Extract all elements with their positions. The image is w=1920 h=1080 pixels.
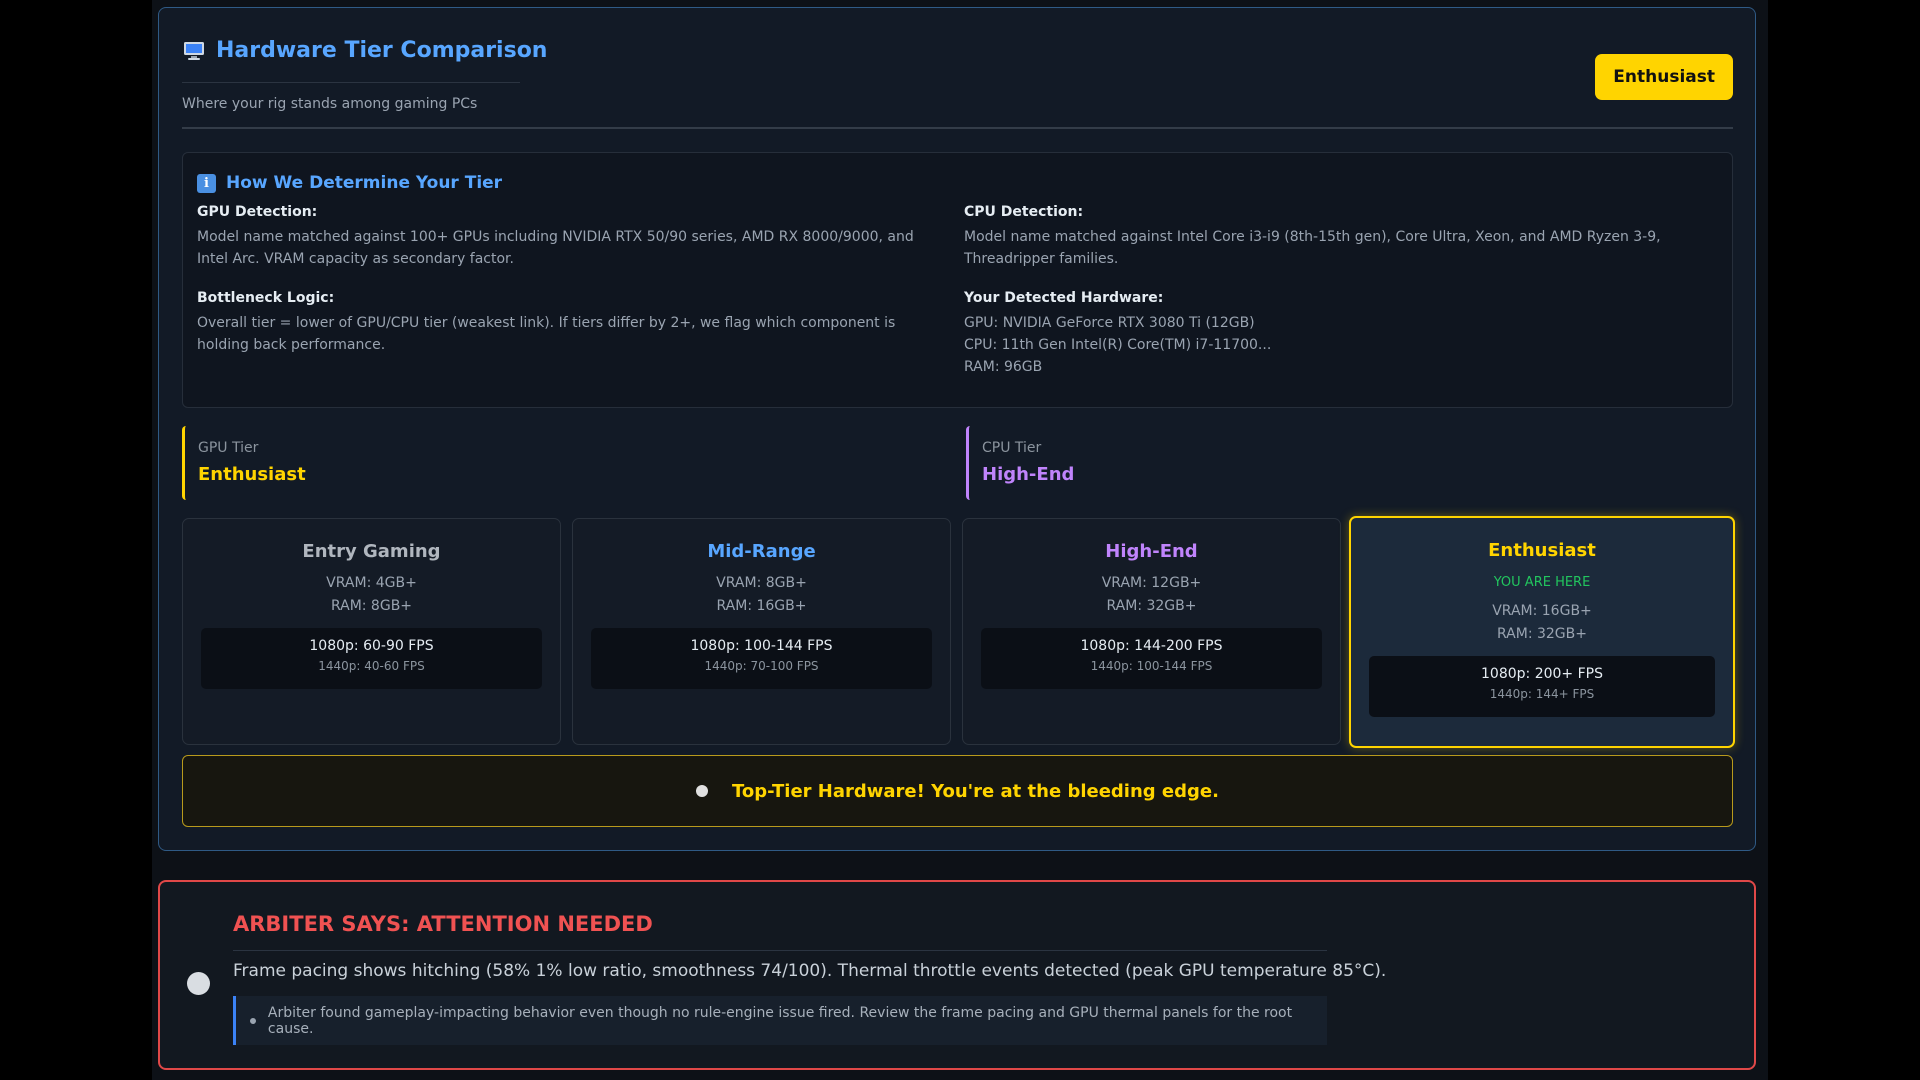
bottleneck-label: Bottleneck Logic: [197,290,335,306]
panel-subtitle: Where your rig stands among gaming PCs [182,96,478,112]
arbiter-alert-panel: ARBITER SAYS: ATTENTION NEEDED Frame pac… [158,880,1756,1070]
gpu-detection-block: GPU Detection: Model name matched agains… [197,204,947,270]
bottleneck-text: Overall tier = lower of GPU/CPU tier (we… [197,315,896,353]
tier-ram: RAM: 32GB+ [1106,598,1197,614]
detected-hardware-block: Your Detected Hardware: GPU: NVIDIA GeFo… [964,290,1714,378]
banner-text: Top-Tier Hardware! You're at the bleedin… [732,780,1219,802]
status-dot-icon [187,972,210,995]
tier-fps-box: 1080p: 60-90 FPS 1440p: 40-60 FPS [201,628,542,689]
info-title-row: i How We Determine Your Tier [197,173,502,193]
gpu-tier-card: GPU Tier Enthusiast [182,426,802,500]
tier-name: Enthusiast [1488,540,1596,561]
cpu-detection-block: CPU Detection: Model name matched agains… [964,204,1714,270]
header-divider [182,127,1733,129]
you-are-here-label: YOU ARE HERE [1493,575,1591,590]
gpu-tier-label: GPU Tier [198,440,259,456]
tier-tile-entry-gaming[interactable]: Entry Gaming VRAM: 4GB+ RAM: 8GB+ 1080p:… [182,518,561,745]
title-row: Hardware Tier Comparison [182,38,1733,63]
tier-info-box: i How We Determine Your Tier GPU Detecti… [182,152,1733,408]
fps-1440p: 1440p: 144+ FPS [1489,687,1595,701]
title-underline [182,82,520,83]
panel-header: Hardware Tier Comparison Where your rig … [182,38,1733,136]
arbiter-divider [233,950,1327,951]
detected-cpu: CPU: 11th Gen Intel(R) Core(TM) i7-11700… [964,337,1272,353]
gpu-detection-label: GPU Detection: [197,204,318,220]
note-bullet-icon [250,1017,256,1024]
bottleneck-block: Bottleneck Logic: Overall tier = lower o… [197,290,947,356]
tier-ram: RAM: 8GB+ [330,598,413,614]
tier-name: High-End [1105,541,1198,562]
cpu-tier-card: CPU Tier High-End [966,426,1586,500]
tier-vram: VRAM: 8GB+ [716,575,807,591]
tier-ram: RAM: 32GB+ [1497,626,1587,642]
tier-specs: VRAM: 8GB+ RAM: 16GB+ [573,572,950,618]
detected-ram: RAM: 96GB [964,359,1043,375]
fps-1440p: 1440p: 70-100 FPS [704,659,819,673]
fps-1080p: 1080p: 100-144 FPS [690,638,833,654]
fps-1080p: 1080p: 200+ FPS [1481,666,1603,682]
tier-fps-box: 1080p: 144-200 FPS 1440p: 100-144 FPS [981,628,1322,689]
fps-1080p: 1080p: 144-200 FPS [1080,638,1223,654]
tier-tile-enthusiast[interactable]: Enthusiast YOU ARE HERE VRAM: 16GB+ RAM:… [1349,516,1735,748]
detected-gpu: GPU: NVIDIA GeForce RTX 3080 Ti (12GB) [964,315,1255,331]
info-icon: i [197,173,216,193]
tier-name: Mid-Range [707,541,816,562]
tier-fps-box: 1080p: 200+ FPS 1440p: 144+ FPS [1369,656,1715,717]
panel-title: Hardware Tier Comparison [216,38,548,63]
arbiter-summary: Frame pacing shows hitching (58% 1% low … [233,961,1387,981]
tier-tile-mid-range[interactable]: Mid-Range VRAM: 8GB+ RAM: 16GB+ 1080p: 1… [572,518,951,745]
hardware-tier-panel: Hardware Tier Comparison Where your rig … [158,7,1756,851]
fps-1080p: 1080p: 60-90 FPS [309,638,434,654]
overall-tier-badge[interactable]: Enthusiast [1595,54,1733,100]
tier-vram: VRAM: 16GB+ [1492,603,1592,619]
fps-1440p: 1440p: 40-60 FPS [318,659,425,673]
gpu-tier-value: Enthusiast [198,464,306,485]
detected-hardware-label: Your Detected Hardware: [964,290,1164,306]
monitor-icon [184,41,204,60]
tier-vram: VRAM: 12GB+ [1101,575,1202,591]
tier-fps-box: 1080p: 100-144 FPS 1440p: 70-100 FPS [591,628,932,689]
tier-name: Entry Gaming [302,541,441,562]
tier-specs: VRAM: 16GB+ RAM: 32GB+ [1351,600,1733,646]
tier-specs: VRAM: 4GB+ RAM: 8GB+ [183,572,560,618]
tier-tile-high-end[interactable]: High-End VRAM: 12GB+ RAM: 32GB+ 1080p: 1… [962,518,1341,745]
tier-specs: VRAM: 12GB+ RAM: 32GB+ [963,572,1340,618]
arbiter-note: Arbiter found gameplay-impacting behavio… [233,996,1327,1045]
banner-bullet-icon [696,785,709,797]
tier-ram: RAM: 16GB+ [716,598,807,614]
top-tier-banner: Top-Tier Hardware! You're at the bleedin… [182,755,1733,827]
arbiter-title: ARBITER SAYS: ATTENTION NEEDED [233,912,653,936]
cpu-detection-text: Model name matched against Intel Core i3… [964,229,1661,267]
info-title: How We Determine Your Tier [226,173,503,193]
arbiter-note-text: Arbiter found gameplay-impacting behavio… [267,1004,1293,1037]
cpu-detection-label: CPU Detection: [964,204,1084,220]
tier-vram: VRAM: 4GB+ [326,575,417,591]
cpu-tier-label: CPU Tier [982,440,1042,456]
cpu-tier-value: High-End [982,464,1075,485]
gpu-detection-text: Model name matched against 100+ GPUs inc… [197,229,914,267]
fps-1440p: 1440p: 100-144 FPS [1090,659,1213,673]
detected-hardware-list: GPU: NVIDIA GeForce RTX 3080 Ti (12GB) C… [964,312,1714,378]
